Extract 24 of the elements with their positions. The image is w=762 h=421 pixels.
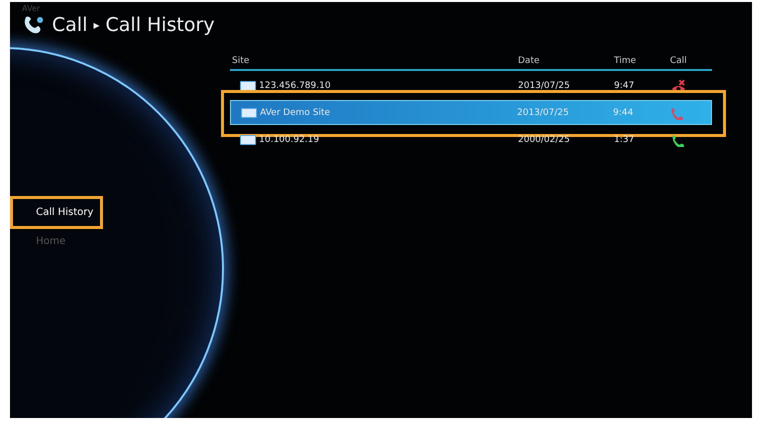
device-icon: [241, 108, 257, 118]
brand-label: AVer: [22, 4, 42, 14]
site-cell: AVer Demo Site: [260, 108, 330, 118]
time-cell-text: 9:47: [614, 80, 636, 90]
site-cell: 123.456.789.10: [259, 80, 331, 90]
column-header: Call: [670, 56, 688, 66]
date-cell-text: 2013/07/25: [517, 108, 570, 118]
table-row[interactable]: 123.456.789.10 2013/07/25 9:47: [230, 74, 712, 97]
phone-icon: [22, 14, 46, 36]
site-cell: 10.100.92.19: [259, 134, 320, 144]
breadcrumb-separator: ▸: [93, 18, 100, 32]
page-title: Call History: [106, 14, 215, 36]
column-header: Site: [232, 56, 250, 66]
menu-item[interactable]: Call History: [12, 198, 102, 227]
device-icon: [240, 80, 256, 90]
breadcrumb-section[interactable]: Call: [52, 14, 88, 36]
date-cell-text: 2013/07/25: [518, 80, 571, 90]
time-cell-text: 9:44: [613, 108, 634, 118]
time-cell-text: 1:37: [614, 134, 636, 144]
table-row[interactable]: 10.100.92.19 2000/02/25 1:37: [230, 128, 712, 151]
date-cell-text: 2000/02/25: [518, 134, 571, 144]
device-icon: [240, 134, 256, 144]
column-header: Date: [518, 56, 541, 66]
column-header: Time: [614, 56, 638, 66]
